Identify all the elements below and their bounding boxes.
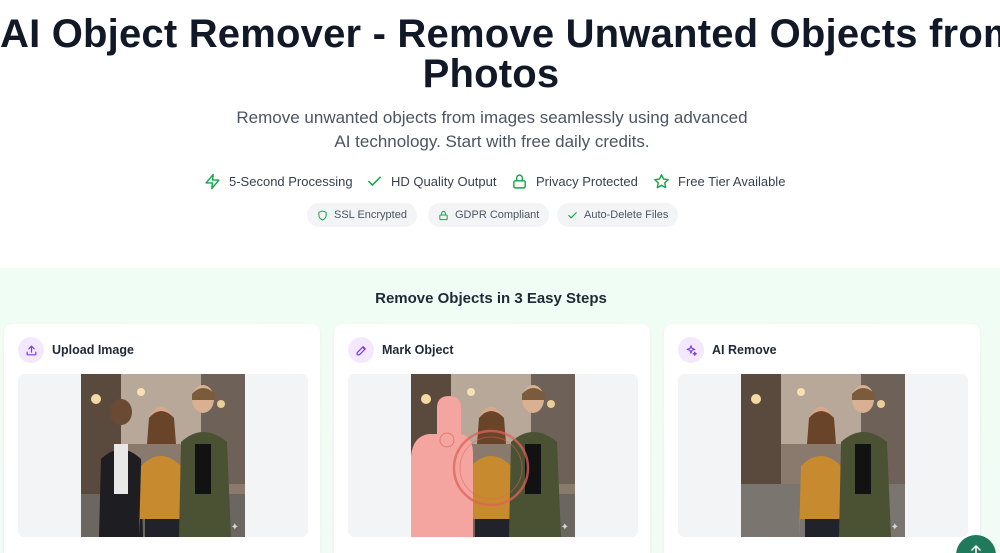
step-card-label: Mark Object [382,343,454,357]
shield-icon [318,209,327,221]
arrow-up-icon [971,545,981,553]
step-preview: ✦ [678,374,968,537]
page-subtitle: Remove unwanted objects from images seam… [236,108,748,151]
feature-privacy: Privacy Protected [511,171,638,191]
badge-auto-delete: Auto-Delete Files [557,203,679,227]
step-card-header: Mark Object [348,337,454,363]
sparkle-icon: ✦ [560,522,569,533]
step-card-label: Upload Image [52,343,134,357]
feature-label: Privacy Protected [536,173,638,189]
lightning-icon [205,173,220,189]
badge-label: GDPR Compliant [455,209,540,221]
feature-label: HD Quality Output [391,173,497,189]
feature-label: 5-Second Processing [229,173,353,189]
step-card-header: Upload Image [18,337,134,363]
sample-photo-result: ✦ [741,374,905,537]
page-title-line-1: AI Object Remover - Remove Unwanted Obje… [0,12,1000,56]
step-card-header: AI Remove [678,337,777,363]
step-preview: ✦ [348,374,638,537]
upload-icon [18,337,44,363]
step-card-upload[interactable]: Upload Image ✦ [4,324,320,553]
edit-icon [348,337,374,363]
check-icon [368,175,381,186]
feature-quality: HD Quality Output [366,171,497,191]
step-card-remove[interactable]: AI Remove ✦ [664,324,980,553]
lock-icon [439,210,448,220]
steps-section: Remove Objects in 3 Easy Steps Upload Im… [0,268,1000,553]
sparkles-icon [678,337,704,363]
feature-list: 5-Second Processing HD Quality Output Pr… [0,171,1000,191]
sparkle-icon: ✦ [230,522,239,533]
sample-photo-original: ✦ [81,374,245,537]
steps-title: Remove Objects in 3 Easy Steps [375,290,607,307]
badge-label: SSL Encrypted [334,209,407,221]
sparkle-icon: ✦ [890,522,899,533]
badge-label: Auto-Delete Files [584,209,669,221]
badge-ssl: SSL Encrypted [307,203,417,227]
check-icon [568,211,577,218]
feature-free-tier: Free Tier Available [653,171,785,191]
feature-label: Free Tier Available [678,173,786,189]
step-card-label: AI Remove [712,343,777,357]
lock-icon [513,173,526,189]
trust-badges: SSL Encrypted GDPR Compliant Auto-Delete… [0,203,1000,227]
step-preview: ✦ [18,374,308,537]
feature-processing: 5-Second Processing [204,171,353,191]
hero-section: AI Object Remover - Remove Unwanted Obje… [0,0,1000,268]
step-card-mark[interactable]: Mark Object ✦ [334,324,650,553]
star-icon [654,173,669,188]
badge-gdpr: GDPR Compliant [428,203,550,227]
sample-photo-masked: ✦ [411,374,575,537]
page-title-line-2: Photos [422,52,560,96]
